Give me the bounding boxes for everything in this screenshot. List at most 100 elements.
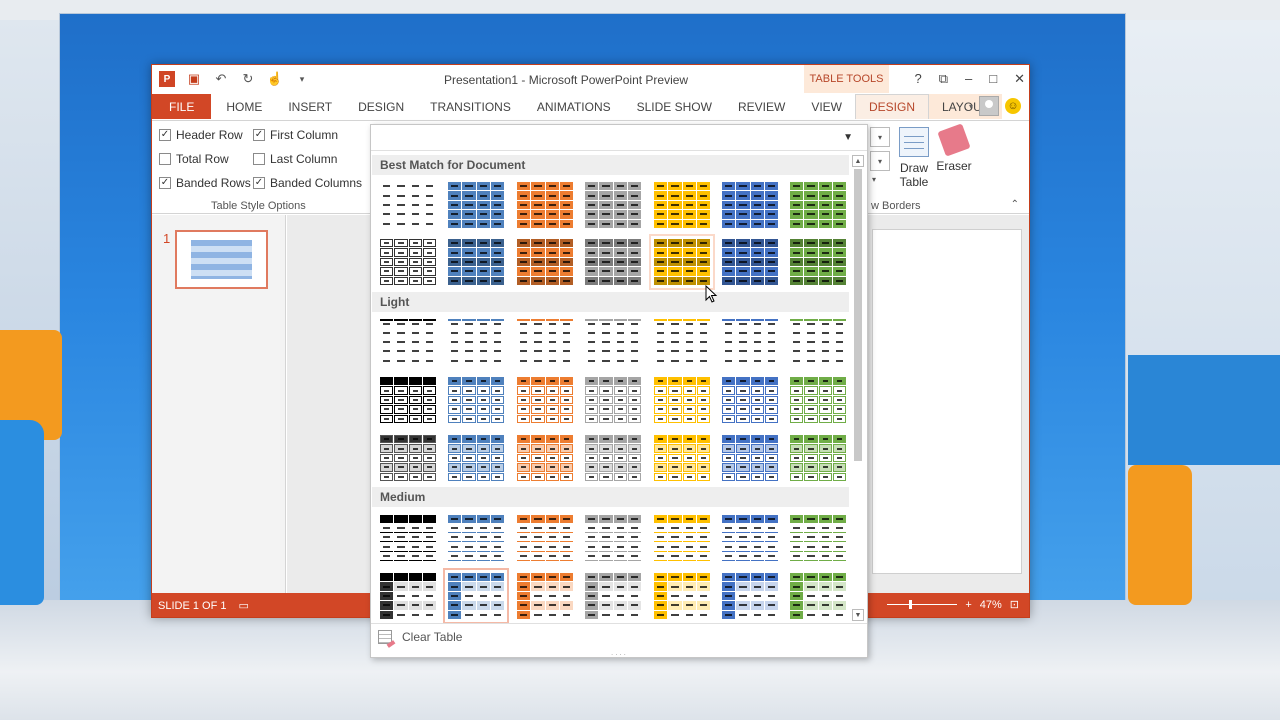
table-style-tile[interactable] (654, 182, 710, 228)
first-column-checkbox[interactable]: ✓ First Column (253, 128, 338, 142)
table-style-tile[interactable] (649, 234, 715, 290)
gallery-collapse-arrow-icon[interactable]: ▼ (843, 132, 853, 143)
pen-style-dropdown[interactable]: ▾ (870, 127, 890, 147)
scroll-thumb[interactable] (854, 169, 862, 461)
scroll-up-icon[interactable]: ▲ (852, 155, 864, 167)
table-style-tile[interactable] (722, 435, 778, 481)
close-button[interactable]: ✕ (1014, 71, 1025, 87)
send-feedback-smiley-icon[interactable]: ☺ (1005, 98, 1021, 114)
powerpoint-logo-icon[interactable]: P (158, 70, 176, 88)
table-style-tile[interactable] (585, 515, 641, 561)
table-style-tile[interactable] (654, 377, 710, 423)
table-style-tile[interactable] (722, 573, 778, 619)
table-style-tile[interactable] (585, 239, 641, 285)
banded-rows-checkbox[interactable]: ✓ Banded Rows (159, 176, 251, 190)
header-row-checkbox[interactable]: ✓ Header Row (159, 128, 243, 142)
table-style-tile[interactable] (517, 515, 573, 561)
resize-grip-icon[interactable]: .... (611, 648, 628, 657)
table-style-tile[interactable] (448, 377, 504, 423)
table-style-tile[interactable] (722, 319, 778, 365)
table-style-tile[interactable] (790, 239, 846, 285)
table-style-tile[interactable] (722, 182, 778, 228)
table-style-tile[interactable] (790, 182, 846, 228)
tab-insert[interactable]: INSERT (275, 94, 345, 119)
save-icon[interactable]: ▣ (185, 70, 203, 88)
zoom-in-icon[interactable]: + (965, 599, 971, 611)
table-style-tile[interactable] (585, 377, 641, 423)
table-style-tile[interactable] (380, 377, 436, 423)
table-style-tile[interactable] (585, 319, 641, 365)
notes-icon[interactable]: ▭ (238, 599, 248, 612)
gallery-scrollbar[interactable]: ▲ ▼ (851, 155, 865, 621)
table-style-tile[interactable] (654, 573, 710, 619)
tab-animations[interactable]: ANIMATIONS (524, 94, 624, 119)
collapse-ribbon-icon[interactable]: ⌃ (1011, 199, 1019, 210)
slide-canvas[interactable] (872, 229, 1022, 574)
table-style-tile[interactable] (517, 182, 573, 228)
zoom-slider[interactable] (887, 600, 958, 609)
table-style-tile[interactable] (790, 319, 846, 365)
table-style-tile[interactable] (517, 573, 573, 619)
table-style-tile[interactable] (380, 182, 436, 228)
tab-slide-show[interactable]: SLIDE SHOW (624, 94, 725, 119)
table-style-tile[interactable] (585, 435, 641, 481)
table-style-tile[interactable] (722, 239, 778, 285)
banded-columns-checkbox[interactable]: ✓ Banded Columns (253, 176, 362, 190)
table-style-tile[interactable] (448, 515, 504, 561)
tab-view[interactable]: VIEW (798, 94, 855, 119)
zoom-level[interactable]: 47% (980, 599, 1002, 611)
touch-mode-icon[interactable]: ☝ (266, 70, 284, 88)
tab-home[interactable]: HOME (213, 94, 275, 119)
account-dropdown-icon[interactable]: ▾ (969, 102, 973, 111)
table-style-tile[interactable] (443, 568, 509, 624)
table-style-tile[interactable] (517, 319, 573, 365)
customize-qat-icon[interactable]: ▾ (293, 70, 311, 88)
table-style-tile[interactable] (448, 182, 504, 228)
tab-review[interactable]: REVIEW (725, 94, 798, 119)
pen-weight-dropdown[interactable]: ▾ (870, 151, 890, 171)
table-style-tile[interactable] (654, 435, 710, 481)
table-style-tile[interactable] (790, 515, 846, 561)
fit-slide-icon[interactable]: ⊡ (1010, 598, 1019, 611)
draw-table-button[interactable]: Draw Table (896, 127, 932, 189)
eraser-button[interactable]: Eraser (936, 123, 972, 173)
table-style-tile[interactable] (380, 239, 436, 285)
table-style-tile[interactable] (585, 573, 641, 619)
redo-icon[interactable]: ↻ (239, 70, 257, 88)
tab-file[interactable]: FILE (152, 94, 212, 119)
table-style-tile[interactable] (585, 182, 641, 228)
table-style-tile[interactable] (380, 435, 436, 481)
minimize-button[interactable]: – (965, 71, 972, 87)
table-style-tile[interactable] (790, 377, 846, 423)
table-style-tile[interactable] (380, 573, 436, 619)
table-style-tile[interactable] (517, 435, 573, 481)
table-style-tile[interactable] (722, 377, 778, 423)
table-style-tile[interactable] (380, 319, 436, 365)
table-style-tile[interactable] (654, 319, 710, 365)
pen-color-dropdown-icon[interactable]: ▾ (872, 175, 876, 184)
total-row-checkbox[interactable]: Total Row (159, 152, 229, 166)
clear-table-button[interactable]: Clear Table (378, 630, 462, 644)
table-style-tile[interactable] (790, 435, 846, 481)
table-style-tile[interactable] (722, 515, 778, 561)
help-button[interactable]: ? (914, 71, 921, 87)
table-style-tile[interactable] (448, 319, 504, 365)
scroll-down-icon[interactable]: ▼ (852, 609, 864, 621)
table-style-tile[interactable] (448, 239, 504, 285)
ribbon-display-options-button[interactable]: ⧉ (939, 71, 948, 87)
tab-transitions[interactable]: TRANSITIONS (417, 94, 524, 119)
tab-design[interactable]: DESIGN (345, 94, 417, 119)
maximize-button[interactable]: □ (989, 71, 997, 87)
table-style-tile[interactable] (448, 435, 504, 481)
table-style-tile[interactable] (654, 515, 710, 561)
tab-table-design[interactable]: DESIGN (854, 94, 929, 119)
gallery-section-medium: Medium (372, 487, 849, 507)
table-style-tile[interactable] (380, 515, 436, 561)
table-style-tile[interactable] (517, 239, 573, 285)
slide-thumbnail[interactable] (175, 230, 268, 289)
table-style-tile[interactable] (790, 573, 846, 619)
avatar[interactable] (979, 96, 999, 116)
undo-icon[interactable]: ↶ (212, 70, 230, 88)
last-column-checkbox[interactable]: Last Column (253, 152, 337, 166)
table-style-tile[interactable] (517, 377, 573, 423)
